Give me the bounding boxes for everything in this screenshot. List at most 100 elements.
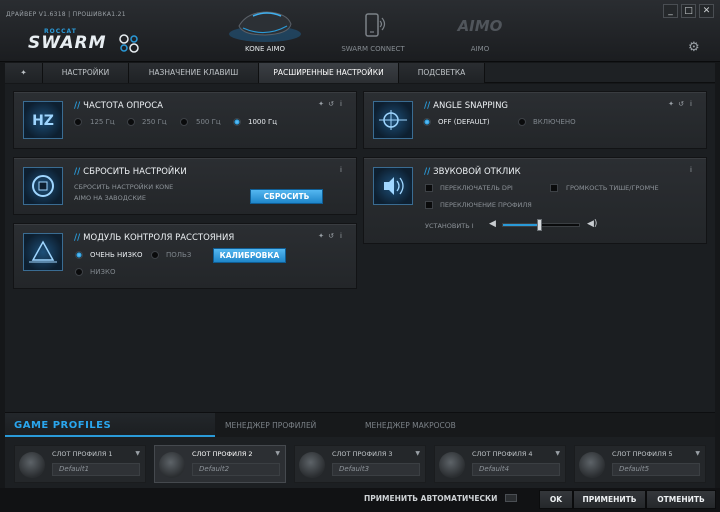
profile-name-field[interactable]: Default5 <box>612 463 700 476</box>
volume-slider-handle[interactable] <box>537 219 543 231</box>
logo-dots-icon <box>119 34 139 53</box>
polling-1000-label: 1000 Гц <box>248 118 278 126</box>
profile-name-field[interactable]: Default2 <box>192 463 280 476</box>
panel-title: ЧАСТОТА ОПРОСА <box>83 101 163 111</box>
distance-very-low-radio[interactable] <box>75 251 83 259</box>
tab-illumination[interactable]: ПОДСВЕТКА <box>399 63 485 83</box>
chevron-down-icon[interactable]: ▼ <box>695 450 700 457</box>
profile-name-field[interactable]: Default3 <box>332 463 420 476</box>
profile-slot-1[interactable]: СЛОТ ПРОФИЛЯ 1 ▼ Default1 <box>14 445 146 483</box>
distance-low-label: НИЗКО <box>90 268 116 276</box>
profile-name-field[interactable]: Default4 <box>472 463 560 476</box>
polling-500-radio[interactable] <box>180 118 188 126</box>
brand-logo: SWARM <box>28 33 107 53</box>
polling-250-label: 250 Гц <box>142 118 167 126</box>
polling-125-label: 125 Гц <box>90 118 115 126</box>
distance-very-low-label: ОЧЕНЬ НИЗКО <box>90 251 143 259</box>
info-icon[interactable]: i <box>336 232 346 240</box>
info-icon[interactable]: i <box>336 100 346 108</box>
volume-high-icon: ◀) <box>587 219 598 229</box>
profile-slot-2[interactable]: СЛОТ ПРОФИЛЯ 2 ▼ Default2 <box>154 445 286 483</box>
profile-tabs: GAME PROFILES МЕНЕДЖЕР ПРОФИЛЕЙ МЕНЕДЖЕР… <box>5 413 715 437</box>
phone-icon <box>365 13 386 37</box>
distance-custom-radio[interactable] <box>151 251 159 259</box>
tab-advanced-settings[interactable]: РАСШИРЕННЫЕ НАСТРОЙКИ <box>259 63 399 83</box>
profile-slot-5[interactable]: СЛОТ ПРОФИЛЯ 5 ▼ Default5 <box>574 445 706 483</box>
panel-controls: i <box>316 166 350 174</box>
reset-thumbnail-icon <box>23 167 63 205</box>
polling-1000-radio[interactable] <box>233 118 241 126</box>
profile-switch-label: ПЕРЕКЛЮЧЕНИЕ ПРОФИЛЯ <box>440 201 532 209</box>
ok-button[interactable]: OK <box>539 490 573 509</box>
chevron-down-icon[interactable]: ▼ <box>135 450 140 457</box>
pin-tab-icon[interactable]: ✦ <box>5 63 43 83</box>
aimo-logo-icon: AIMO <box>457 17 503 35</box>
profile-switch-checkbox[interactable] <box>425 201 433 209</box>
angle-on-radio[interactable] <box>518 118 526 126</box>
pin-icon[interactable]: ✦ <box>316 100 326 108</box>
polling-500-label: 500 Гц <box>196 118 221 126</box>
panel-controls: i <box>666 166 700 174</box>
reset-button[interactable]: СБРОСИТЬ <box>250 189 323 204</box>
distance-low-radio[interactable] <box>75 268 83 276</box>
lift-off-distance-panel: // МОДУЛЬ КОНТРОЛЯ РАССТОЯНИЯ ✦ ↺ i ОЧЕНЬ … <box>13 223 357 289</box>
speaker-thumbnail-icon <box>373 167 413 205</box>
tab-key-assignment[interactable]: НАЗНАЧЕНИЕ КЛАВИШ <box>129 63 259 83</box>
panel-controls: ✦ ↺ i <box>666 100 700 108</box>
profile-avatar-icon <box>439 452 465 478</box>
tab-profile-manager[interactable]: МЕНЕДЖЕР ПРОФИЛЕЙ <box>225 413 316 437</box>
cancel-button[interactable]: ОТМЕНИТЬ <box>646 490 716 509</box>
reset-panel: // СБРОСИТЬ НАСТРОЙКИ i СБРОСИТЬ НАСТРОЙ… <box>13 157 357 215</box>
advanced-settings-content: HZ // ЧАСТОТА ОПРОСА ✦ ↺ i 125 Гц 250 Гц 5… <box>5 84 715 412</box>
game-profiles-bar: GAME PROFILES МЕНЕДЖЕР ПРОФИЛЕЙ МЕНЕДЖЕР… <box>5 412 715 488</box>
settings-gear-icon[interactable]: ⚙ <box>688 41 702 55</box>
profile-slot-3[interactable]: СЛОТ ПРОФИЛЯ 3 ▼ Default3 <box>294 445 426 483</box>
main-tabs: ✦ НАСТРОЙКИ НАЗНАЧЕНИЕ КЛАВИШ РАСШИРЕННЫ… <box>5 63 715 83</box>
device-aimo[interactable]: AIMO AIMO <box>430 0 530 62</box>
device-label: AIMO <box>470 45 490 53</box>
angle-off-radio[interactable] <box>423 118 431 126</box>
device-kone-aimo[interactable]: KONE AIMO <box>215 0 315 62</box>
info-icon[interactable]: i <box>336 166 346 174</box>
panel-controls: ✦ ↺ i <box>316 232 350 240</box>
chevron-down-icon[interactable]: ▼ <box>275 450 280 457</box>
calibrate-button[interactable]: КАЛИБРОВКА <box>213 248 286 263</box>
tab-macro-manager[interactable]: МЕНЕДЖЕР МАКРОСОВ <box>365 413 456 437</box>
info-icon[interactable]: i <box>686 166 696 174</box>
reset-icon[interactable]: ↺ <box>676 100 686 108</box>
profile-name-field[interactable]: Default1 <box>52 463 140 476</box>
panel-title: ЗВУКОВОЙ ОТКЛИК <box>433 167 521 177</box>
close-button[interactable]: ✕ <box>699 4 714 18</box>
profile-slot-name: СЛОТ ПРОФИЛЯ 3 <box>332 450 393 458</box>
profile-slot-4[interactable]: СЛОТ ПРОФИЛЯ 4 ▼ Default4 <box>434 445 566 483</box>
polling-125-radio[interactable] <box>74 118 82 126</box>
chevron-down-icon[interactable]: ▼ <box>415 450 420 457</box>
minimize-button[interactable]: _ <box>663 4 678 18</box>
reset-icon[interactable]: ↺ <box>326 100 336 108</box>
maximize-button[interactable]: □ <box>681 4 696 18</box>
reset-icon[interactable]: ↺ <box>326 232 336 240</box>
profile-avatar-icon <box>299 452 325 478</box>
profile-avatar-icon <box>579 452 605 478</box>
angle-off-label: OFF (DEFAULT) <box>438 118 490 126</box>
pin-icon[interactable]: ✦ <box>666 100 676 108</box>
volume-slider[interactable] <box>502 219 580 231</box>
info-icon[interactable]: i <box>686 100 696 108</box>
polling-rate-panel: HZ // ЧАСТОТА ОПРОСА ✦ ↺ i 125 Гц 250 Гц 5… <box>13 91 357 149</box>
auto-apply-toggle[interactable] <box>505 494 517 502</box>
svg-text:HZ: HZ <box>32 113 54 129</box>
chevron-down-icon[interactable]: ▼ <box>555 450 560 457</box>
device-swarm-connect[interactable]: SWARM CONNECT <box>323 0 423 62</box>
distance-custom-label: ПОЛЬЗ <box>166 251 192 259</box>
game-profiles-title[interactable]: GAME PROFILES <box>5 413 215 437</box>
dpi-switch-checkbox[interactable] <box>425 184 433 192</box>
footer-bar: ПРИМЕНИТЬ АВТОМАТИЧЕСКИ OK ПРИМЕНИТЬ ОТМ… <box>0 488 720 512</box>
volume-up-down-checkbox[interactable] <box>550 184 558 192</box>
polling-250-radio[interactable] <box>127 118 135 126</box>
profile-slot-name: СЛОТ ПРОФИЛЯ 5 <box>612 450 673 458</box>
volume-fill <box>503 224 540 226</box>
tab-settings[interactable]: НАСТРОЙКИ <box>43 63 129 83</box>
pin-icon[interactable]: ✦ <box>316 232 326 240</box>
apply-button[interactable]: ПРИМЕНИТЬ <box>573 490 646 509</box>
angle-thumbnail-icon <box>373 101 413 139</box>
